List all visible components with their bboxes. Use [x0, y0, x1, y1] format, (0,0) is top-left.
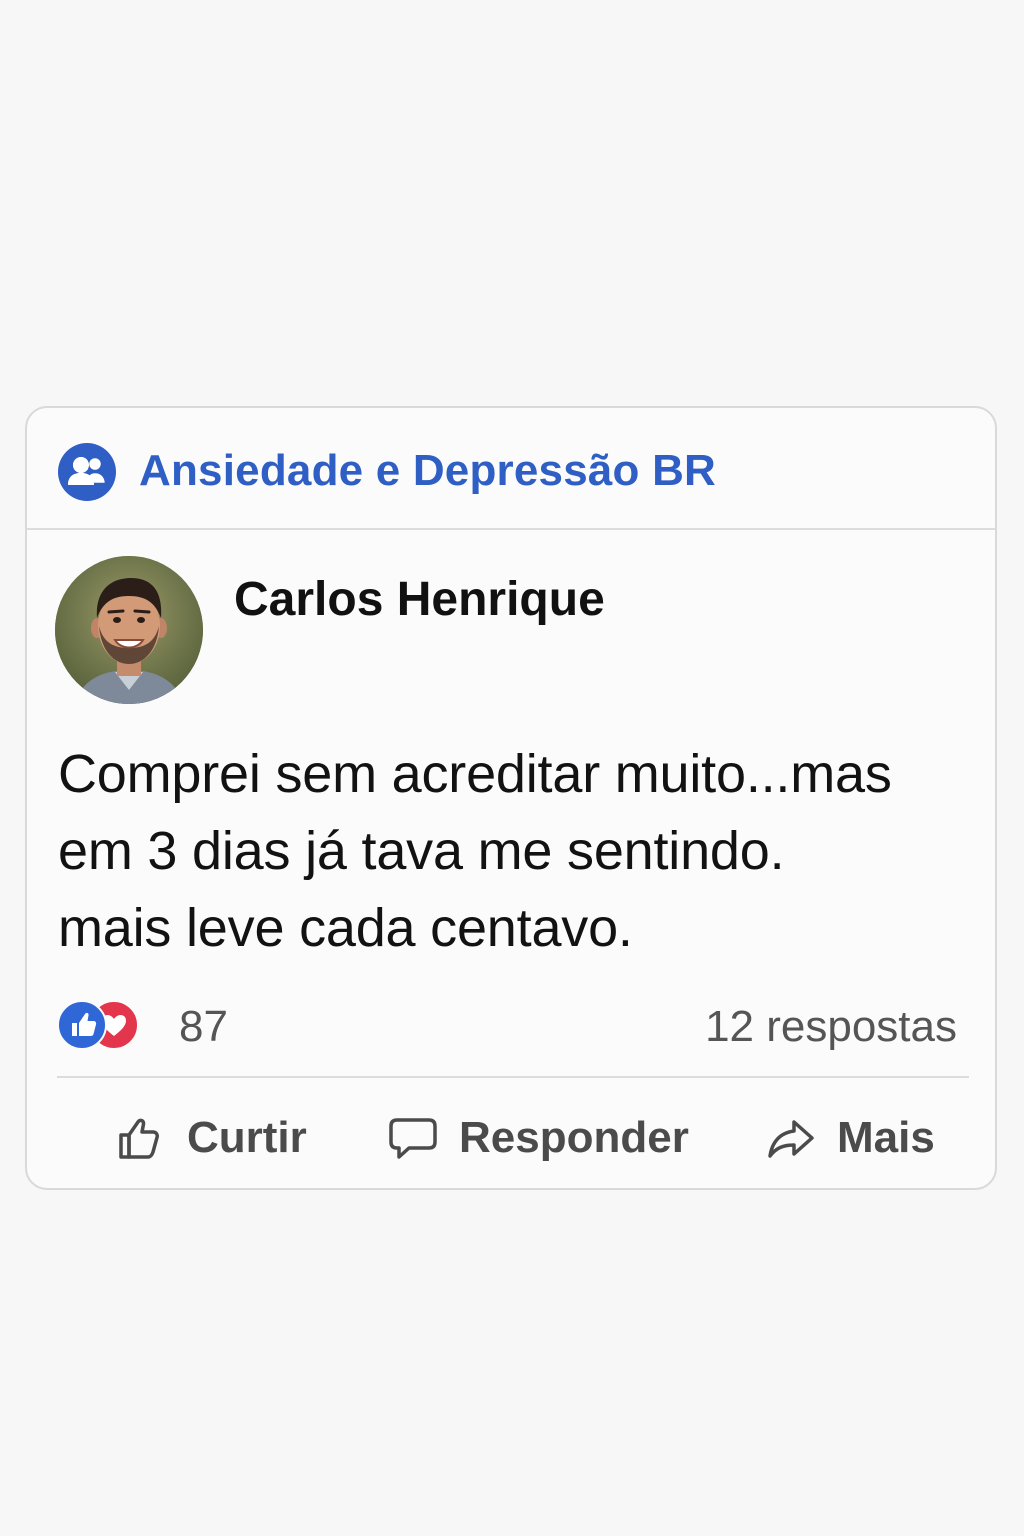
- divider: [57, 1076, 969, 1078]
- reply-button[interactable]: Responder: [387, 1108, 689, 1168]
- thumbs-up-icon: [115, 1112, 167, 1164]
- like-label: Curtir: [187, 1113, 307, 1162]
- group-people-icon: [58, 443, 116, 501]
- more-label: Mais: [837, 1113, 935, 1162]
- group-header[interactable]: Ansiedade e Depressão BR: [27, 408, 995, 530]
- avatar[interactable]: [55, 556, 203, 704]
- more-button[interactable]: Mais: [765, 1108, 935, 1168]
- like-reaction-icon: [57, 1000, 107, 1050]
- reaction-count: 87: [179, 1002, 228, 1051]
- like-button[interactable]: Curtir: [115, 1108, 307, 1168]
- comment-bubble-icon: [387, 1112, 439, 1164]
- replies-count[interactable]: 12 respostas: [705, 1002, 957, 1052]
- post-text: Comprei sem acreditar muito...mas em 3 d…: [58, 744, 892, 958]
- share-arrow-icon: [765, 1112, 817, 1164]
- post-card: Ansiedade e Depressão BR Carlos Henrique…: [25, 406, 997, 1190]
- reactions-summary[interactable]: 87: [57, 1000, 277, 1052]
- group-name[interactable]: Ansiedade e Depressão BR: [139, 446, 716, 496]
- author-name[interactable]: Carlos Henrique: [234, 572, 605, 627]
- reply-label: Responder: [459, 1113, 689, 1162]
